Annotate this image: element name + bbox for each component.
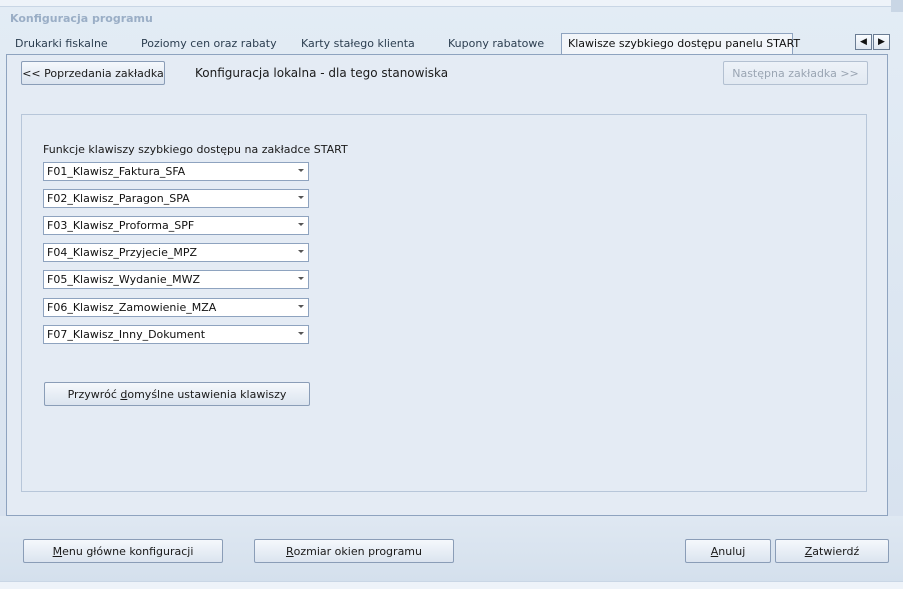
tab-hotkeys[interactable]: Klawisze szybkiego dostępu panelu START bbox=[561, 33, 800, 54]
confirm-label: atwierdź bbox=[812, 544, 860, 558]
window-top-border bbox=[0, 0, 903, 7]
hotkey-f03-value: F03_Klawisz_Proforma_SPF bbox=[47, 219, 195, 232]
tab-scroll-arrows: ◀ ▶ bbox=[855, 34, 891, 50]
hotkey-f02-value: F02_Klawisz_Paragon_SPA bbox=[47, 192, 190, 205]
hotkey-f05-value: F05_Klawisz_Wydanie_MWZ bbox=[47, 273, 201, 286]
hotkey-f06-value: F06_Klawisz_Zamowienie_MZA bbox=[47, 301, 217, 314]
cancel-accesskey: A bbox=[710, 544, 719, 558]
hotkeys-label: Funkcje klawiszy szybkiego dostępu na za… bbox=[43, 143, 348, 156]
main-menu-label: enu główne konfiguracji bbox=[62, 544, 194, 558]
window-size-button[interactable]: Rozmiar okien programu bbox=[254, 539, 454, 563]
cancel-button[interactable]: Anuluj bbox=[685, 539, 771, 563]
tab-coupons[interactable]: Kupony rabatowe bbox=[448, 37, 544, 54]
hotkey-f01-select[interactable]: F01_Klawisz_Faktura_SFA bbox=[43, 162, 309, 181]
hotkey-f07-value: F07_Klawisz_Inny_Dokument bbox=[47, 328, 206, 341]
chevron-down-icon bbox=[298, 305, 304, 308]
tab-strip: Drukarki fiskalne Poziomy cen oraz rabat… bbox=[0, 33, 903, 54]
window-title: Konfiguracja programu bbox=[10, 12, 153, 25]
hotkey-f04-select[interactable]: F04_Klawisz_Przyjecie_MPZ bbox=[43, 243, 309, 262]
hotkey-f01-value: F01_Klawisz_Faktura_SFA bbox=[47, 165, 186, 178]
restore-defaults-button[interactable]: Przywróć d omyślne ustawienia klawiszy bbox=[44, 382, 310, 406]
tab-fiscal-printers[interactable]: Drukarki fiskalne bbox=[15, 37, 108, 54]
hotkey-f02-select[interactable]: F02_Klawisz_Paragon_SPA bbox=[43, 189, 309, 208]
restore-defaults-label-pre: Przywróć bbox=[67, 387, 121, 401]
section-title: Konfiguracja lokalna - dla tego stanowis… bbox=[195, 66, 449, 80]
window-corner bbox=[891, 0, 903, 12]
chevron-down-icon bbox=[298, 332, 304, 335]
window-size-accesskey: R bbox=[285, 544, 294, 558]
restore-defaults-accesskey: d bbox=[120, 387, 128, 401]
main-menu-accesskey: M bbox=[52, 544, 63, 558]
chevron-down-icon bbox=[298, 169, 304, 172]
hotkey-f05-select[interactable]: F05_Klawisz_Wydanie_MWZ bbox=[43, 270, 309, 289]
window-size-label: ozmiar okien programu bbox=[293, 544, 422, 558]
tab-scroll-left-icon[interactable]: ◀ bbox=[855, 34, 872, 50]
chevron-down-icon bbox=[298, 196, 304, 199]
chevron-down-icon bbox=[298, 250, 304, 253]
tab-price-levels[interactable]: Poziomy cen oraz rabaty bbox=[141, 37, 277, 54]
confirm-accesskey: Z bbox=[804, 544, 813, 558]
hotkey-f03-select[interactable]: F03_Klawisz_Proforma_SPF bbox=[43, 216, 309, 235]
main-menu-button[interactable]: Menu główne konfiguracji bbox=[23, 539, 223, 563]
tab-loyalty-cards[interactable]: Karty stałego klienta bbox=[301, 37, 415, 54]
hotkey-f07-select[interactable]: F07_Klawisz_Inny_Dokument bbox=[43, 325, 309, 344]
cancel-label: nuluj bbox=[718, 544, 746, 558]
prev-tab-button[interactable]: << Poprzedania zakładka bbox=[21, 61, 165, 85]
hotkey-f06-select[interactable]: F06_Klawisz_Zamowienie_MZA bbox=[43, 298, 309, 317]
next-tab-button: Następna zakładka >> bbox=[723, 61, 868, 85]
confirm-button[interactable]: Zatwierdź bbox=[775, 539, 889, 563]
restore-defaults-label-post: omyślne ustawienia klawiszy bbox=[127, 387, 287, 401]
config-window: Konfiguracja programu Drukarki fiskalne … bbox=[0, 0, 903, 589]
window-bottom-border bbox=[0, 581, 903, 589]
chevron-down-icon bbox=[298, 223, 304, 226]
tab-scroll-right-icon[interactable]: ▶ bbox=[873, 34, 890, 50]
hotkey-f04-value: F04_Klawisz_Przyjecie_MPZ bbox=[47, 246, 197, 259]
chevron-down-icon bbox=[298, 277, 304, 280]
